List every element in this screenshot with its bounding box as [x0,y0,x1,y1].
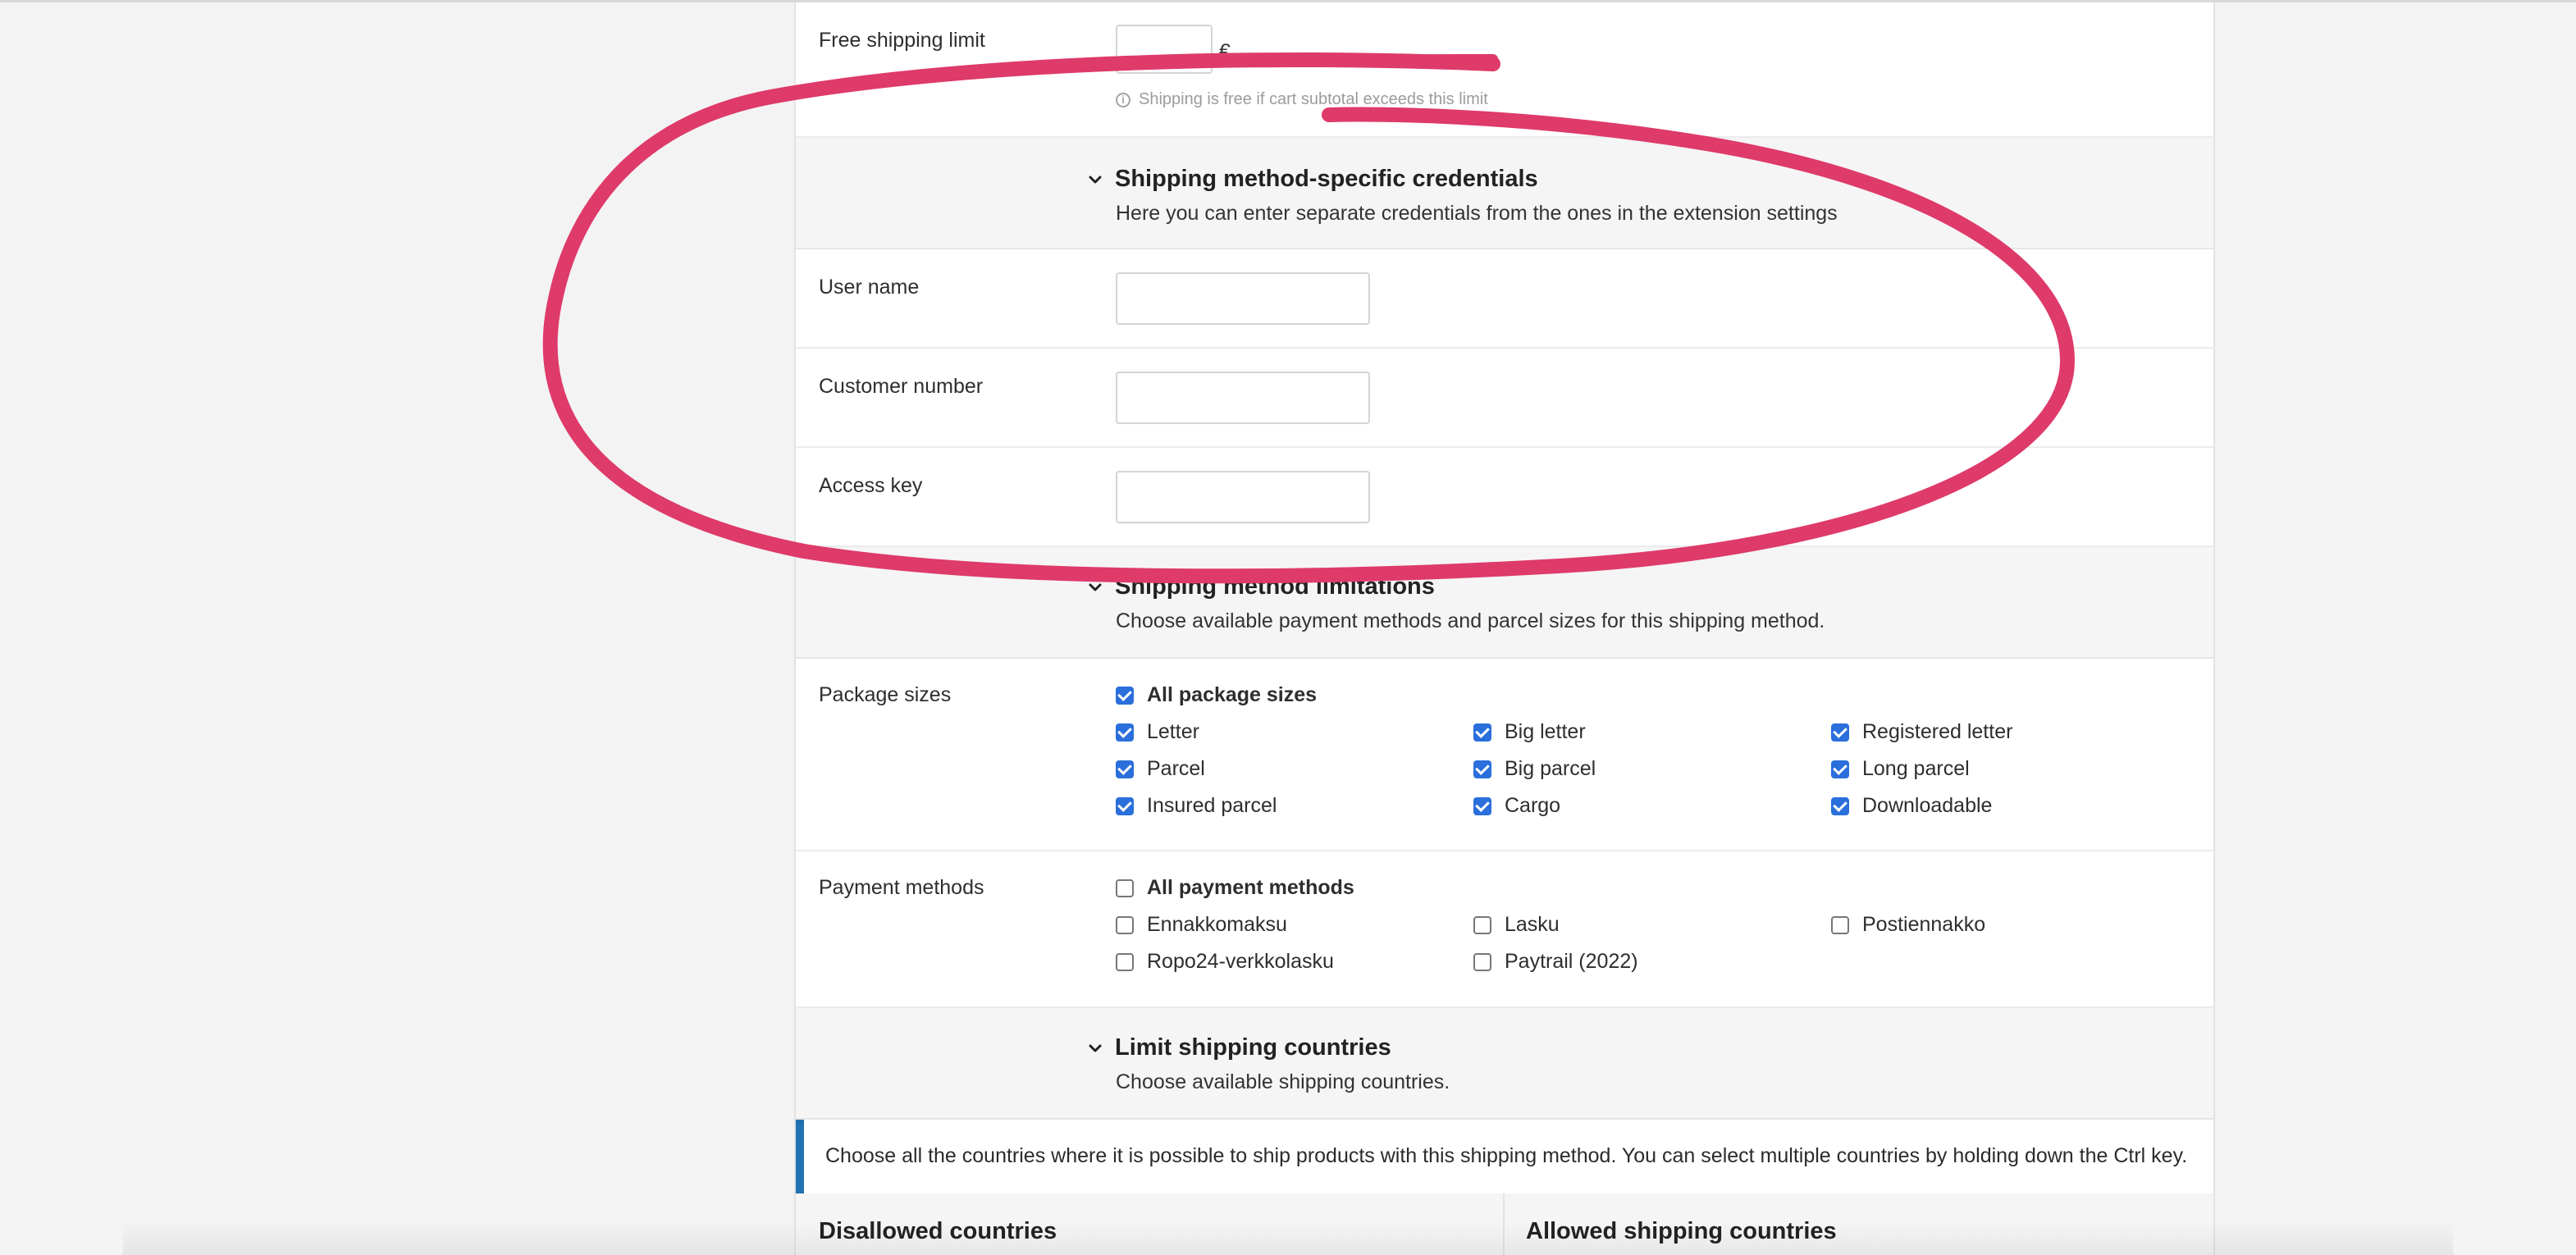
free-shipping-label: Free shipping limit [819,29,985,52]
payment-method-label: Ropo24-verkkolasku [1147,950,1334,973]
free-shipping-hint-text: Shipping is free if cart subtotal exceed… [1139,90,1488,108]
package-size-label: Big letter [1505,720,1586,743]
checkbox-checked-icon[interactable] [1831,723,1849,742]
payment-method-label: Postiennakko [1862,913,1986,936]
settings-panel: Free shipping limit € i Shipping is free… [794,2,2215,1255]
payment-methods-row: Payment methods All payment methods Enna… [796,851,2213,1008]
currency-symbol: € [1219,40,1231,63]
chevron-down-icon [1089,1044,1102,1052]
payment-methods-label: Payment methods [819,876,984,899]
user-name-input[interactable] [1116,272,1370,325]
checkbox-checked-icon[interactable] [1473,760,1491,778]
package-size-label: Downloadable [1862,794,1993,817]
limitations-toggle[interactable]: Shipping method limitations [1087,573,1435,600]
allowed-countries-heading: Allowed shipping countries [1526,1218,1837,1244]
all-package-sizes-label: All package sizes [1147,683,1318,706]
countries-notice: Choose all the countries where it is pos… [796,1120,2213,1193]
package-size-checkbox[interactable]: Insured parcel [1116,794,1277,818]
access-key-label: Access key [819,474,923,497]
all-payment-methods-label: All payment methods [1147,876,1354,899]
credentials-title: Shipping method-specific credentials [1115,166,1538,192]
checkbox-unchecked-icon[interactable] [1473,952,1491,971]
all-payment-methods-checkbox[interactable]: All payment methods [1116,876,1354,900]
info-icon: i [1116,92,1130,107]
package-size-checkbox[interactable]: Letter [1116,720,1199,744]
payment-method-checkbox[interactable]: Ennakkomaksu [1116,913,1287,937]
credentials-section-header[interactable]: Shipping method-specific credentials Her… [796,138,2213,249]
package-size-checkbox[interactable]: Downloadable [1831,794,1992,818]
credentials-toggle[interactable]: Shipping method-specific credentials [1087,166,1538,193]
payment-method-checkbox[interactable]: Ropo24-verkkolasku [1116,950,1334,974]
disallowed-countries-heading: Disallowed countries [819,1218,1057,1244]
free-shipping-row: Free shipping limit € i Shipping is free… [796,2,2213,138]
checkbox-checked-icon[interactable] [1116,723,1134,742]
all-package-sizes-checkbox[interactable]: All package sizes [1116,683,1317,707]
countries-description: Choose available shipping countries. [1116,1070,1450,1093]
package-size-checkbox[interactable]: Big letter [1473,720,1586,744]
countries-columns: Disallowed countries Allowed shipping co… [796,1193,2213,1255]
checkbox-checked-icon[interactable] [1831,796,1849,815]
checkbox-unchecked-icon[interactable] [1831,915,1849,934]
payment-method-label: Lasku [1505,913,1560,936]
countries-section-header[interactable]: Limit shipping countries Choose availabl… [796,1008,2213,1120]
checkbox-unchecked-icon[interactable] [1473,915,1491,934]
checkbox-checked-icon[interactable] [1473,723,1491,742]
free-shipping-input[interactable] [1116,25,1213,74]
credentials-description: Here you can enter separate credentials … [1116,202,1838,225]
chevron-down-icon [1089,583,1102,591]
access-key-input[interactable] [1116,471,1370,523]
checkbox-checked-icon[interactable] [1116,796,1134,815]
package-size-checkbox[interactable]: Parcel [1116,757,1205,781]
package-size-label: Insured parcel [1147,794,1277,817]
payment-method-label: Ennakkomaksu [1147,913,1287,936]
package-size-checkbox[interactable]: Cargo [1473,794,1560,818]
customer-number-input[interactable] [1116,372,1370,424]
checkbox-unchecked-icon[interactable] [1116,915,1134,934]
limitations-section-header[interactable]: Shipping method limitations Choose avail… [796,547,2213,659]
package-size-label: Big parcel [1505,757,1596,780]
payment-method-checkbox[interactable]: Postiennakko [1831,913,1985,937]
user-name-row: User name [796,249,2213,349]
payment-method-label: Paytrail (2022) [1505,950,1638,973]
package-size-label: Parcel [1147,757,1205,780]
countries-notice-text: Choose all the countries where it is pos… [825,1144,2188,1167]
payment-method-checkbox[interactable]: Lasku [1473,913,1560,937]
checkbox-checked-icon[interactable] [1831,760,1849,778]
checkbox-checked-icon[interactable] [1116,686,1134,705]
customer-number-row: Customer number [796,349,2213,448]
column-divider [1503,1193,1505,1255]
package-size-checkbox[interactable]: Long parcel [1831,757,1970,781]
package-sizes-label: Package sizes [819,683,952,706]
package-size-checkbox[interactable]: Registered letter [1831,720,2012,744]
package-size-label: Cargo [1505,794,1561,817]
checkbox-unchecked-icon[interactable] [1116,952,1134,971]
access-key-row: Access key [796,448,2213,547]
package-size-checkbox[interactable]: Big parcel [1473,757,1596,781]
package-sizes-row: Package sizes All package sizes Letter B… [796,659,2213,851]
free-shipping-hint: i Shipping is free if cart subtotal exce… [1116,90,1488,109]
limitations-description: Choose available payment methods and par… [1116,609,1825,632]
package-size-label: Long parcel [1862,757,1970,780]
customer-number-label: Customer number [819,375,984,398]
payment-method-checkbox[interactable]: Paytrail (2022) [1473,950,1638,974]
user-name-label: User name [819,276,920,299]
chevron-down-icon [1089,176,1102,183]
checkbox-checked-icon[interactable] [1473,796,1491,815]
countries-title: Limit shipping countries [1115,1034,1391,1061]
package-size-label: Registered letter [1862,720,2013,743]
countries-toggle[interactable]: Limit shipping countries [1087,1034,1391,1061]
package-size-label: Letter [1147,720,1199,743]
checkbox-checked-icon[interactable] [1116,760,1134,778]
limitations-title: Shipping method limitations [1115,573,1435,600]
checkbox-unchecked-icon[interactable] [1116,878,1134,897]
